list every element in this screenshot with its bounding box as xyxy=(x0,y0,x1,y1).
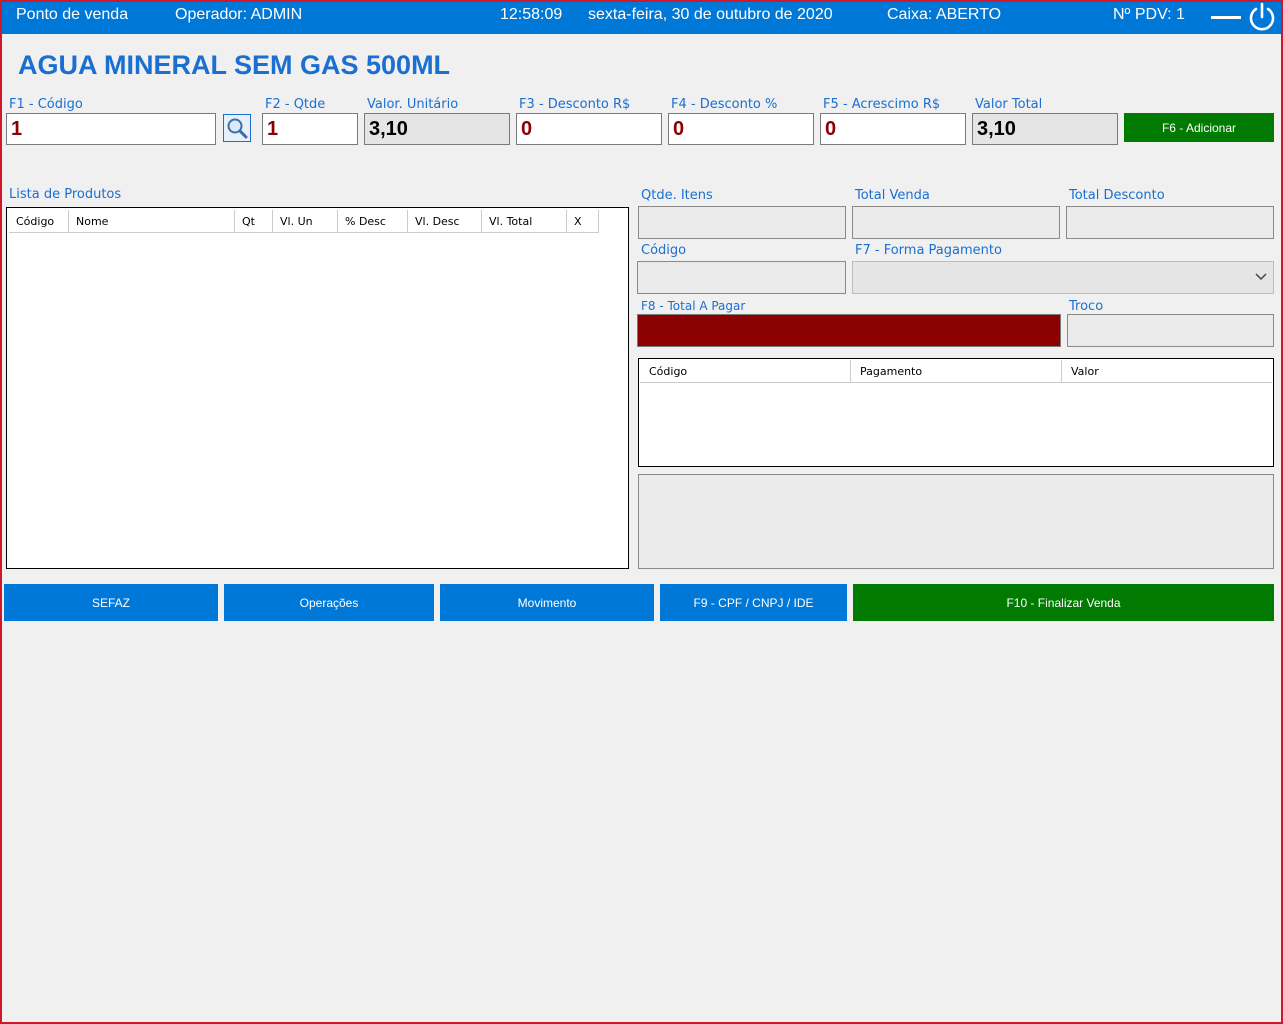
total-sale-field xyxy=(852,206,1060,239)
qty-input[interactable] xyxy=(262,113,358,145)
discount-percent-label: F4 - Desconto % xyxy=(671,97,778,112)
products-table[interactable]: Código Nome Qt Vl. Un % Desc Vl. Desc Vl… xyxy=(6,207,629,569)
col-total[interactable]: Vl. Total xyxy=(482,210,567,232)
code-input[interactable] xyxy=(6,113,216,145)
products-table-header: Código Nome Qt Vl. Un % Desc Vl. Desc Vl… xyxy=(9,210,599,233)
total-to-pay-field xyxy=(637,314,1061,347)
discount-percent-input[interactable] xyxy=(668,113,814,145)
cpf-button[interactable]: F9 - CPF / CNPJ / IDE xyxy=(660,584,847,621)
discount-value-label: F3 - Desconto R$ xyxy=(519,97,631,112)
date-label: sexta-feira, 30 de outubro de 2020 xyxy=(588,6,833,23)
col-payment-type[interactable]: Pagamento xyxy=(851,360,1062,382)
payment-code-label: Código xyxy=(641,243,687,258)
finish-sale-button[interactable]: F10 - Finalizar Venda xyxy=(853,584,1274,621)
total-value-label: Valor Total xyxy=(975,97,1043,112)
operator-label: Operador: ADMIN xyxy=(175,6,303,23)
minimize-icon[interactable] xyxy=(1211,16,1241,19)
operations-button[interactable]: Operações xyxy=(224,584,434,621)
info-panel xyxy=(638,474,1274,569)
pdv-number: Nº PDV: 1 xyxy=(1113,6,1185,23)
chevron-down-icon xyxy=(1255,273,1267,281)
product-title: AGUA MINERAL SEM GAS 500ML xyxy=(18,50,451,80)
products-list-label: Lista de Produtos xyxy=(9,187,122,202)
items-count-label: Qtde. Itens xyxy=(641,188,713,203)
cash-status: Caixa: ABERTO xyxy=(887,6,1002,23)
col-code[interactable]: Código xyxy=(9,210,69,232)
total-sale-label: Total Venda xyxy=(855,188,930,203)
col-qty[interactable]: Qt xyxy=(235,210,273,232)
col-name[interactable]: Nome xyxy=(69,210,235,232)
unit-value-field xyxy=(364,113,510,145)
clock: 12:58:09 xyxy=(500,6,563,23)
add-button[interactable]: F6 - Adicionar xyxy=(1124,113,1274,142)
col-payment-value[interactable]: Valor xyxy=(1062,360,1272,382)
col-remove[interactable]: X xyxy=(567,210,599,232)
change-field xyxy=(1067,314,1274,347)
payment-method-select[interactable] xyxy=(852,261,1274,294)
change-label: Troco xyxy=(1069,299,1104,314)
payments-table-header: Código Pagamento Valor xyxy=(640,360,1272,383)
sefaz-button[interactable]: SEFAZ xyxy=(4,584,218,621)
search-icon xyxy=(227,118,248,139)
total-discount-label: Total Desconto xyxy=(1069,188,1165,203)
power-icon[interactable] xyxy=(1247,2,1277,32)
total-to-pay-label: F8 - Total A Pagar xyxy=(641,299,746,313)
top-bar: Ponto de venda Operador: ADMIN 12:58:09 … xyxy=(0,0,1283,34)
movement-button[interactable]: Movimento xyxy=(440,584,654,621)
unit-value-label: Valor. Unitário xyxy=(367,97,459,112)
payment-method-label: F7 - Forma Pagamento xyxy=(855,243,1002,258)
app-name: Ponto de venda xyxy=(16,6,129,23)
qty-label: F2 - Qtde xyxy=(265,97,326,112)
increase-label: F5 - Acrescimo R$ xyxy=(823,97,941,112)
items-count-field xyxy=(638,206,846,239)
col-payment-code[interactable]: Código xyxy=(640,360,851,382)
increase-input[interactable] xyxy=(820,113,966,145)
total-discount-field xyxy=(1066,206,1274,239)
total-value-field xyxy=(972,113,1118,145)
col-disc-value[interactable]: Vl. Desc xyxy=(408,210,482,232)
payments-table[interactable]: Código Pagamento Valor xyxy=(638,358,1274,467)
search-button[interactable] xyxy=(223,114,251,142)
col-unit[interactable]: Vl. Un xyxy=(273,210,338,232)
discount-value-input[interactable] xyxy=(516,113,662,145)
code-label: F1 - Código xyxy=(9,97,83,112)
col-disc-pct[interactable]: % Desc xyxy=(338,210,408,232)
payment-code-input[interactable] xyxy=(637,261,846,294)
